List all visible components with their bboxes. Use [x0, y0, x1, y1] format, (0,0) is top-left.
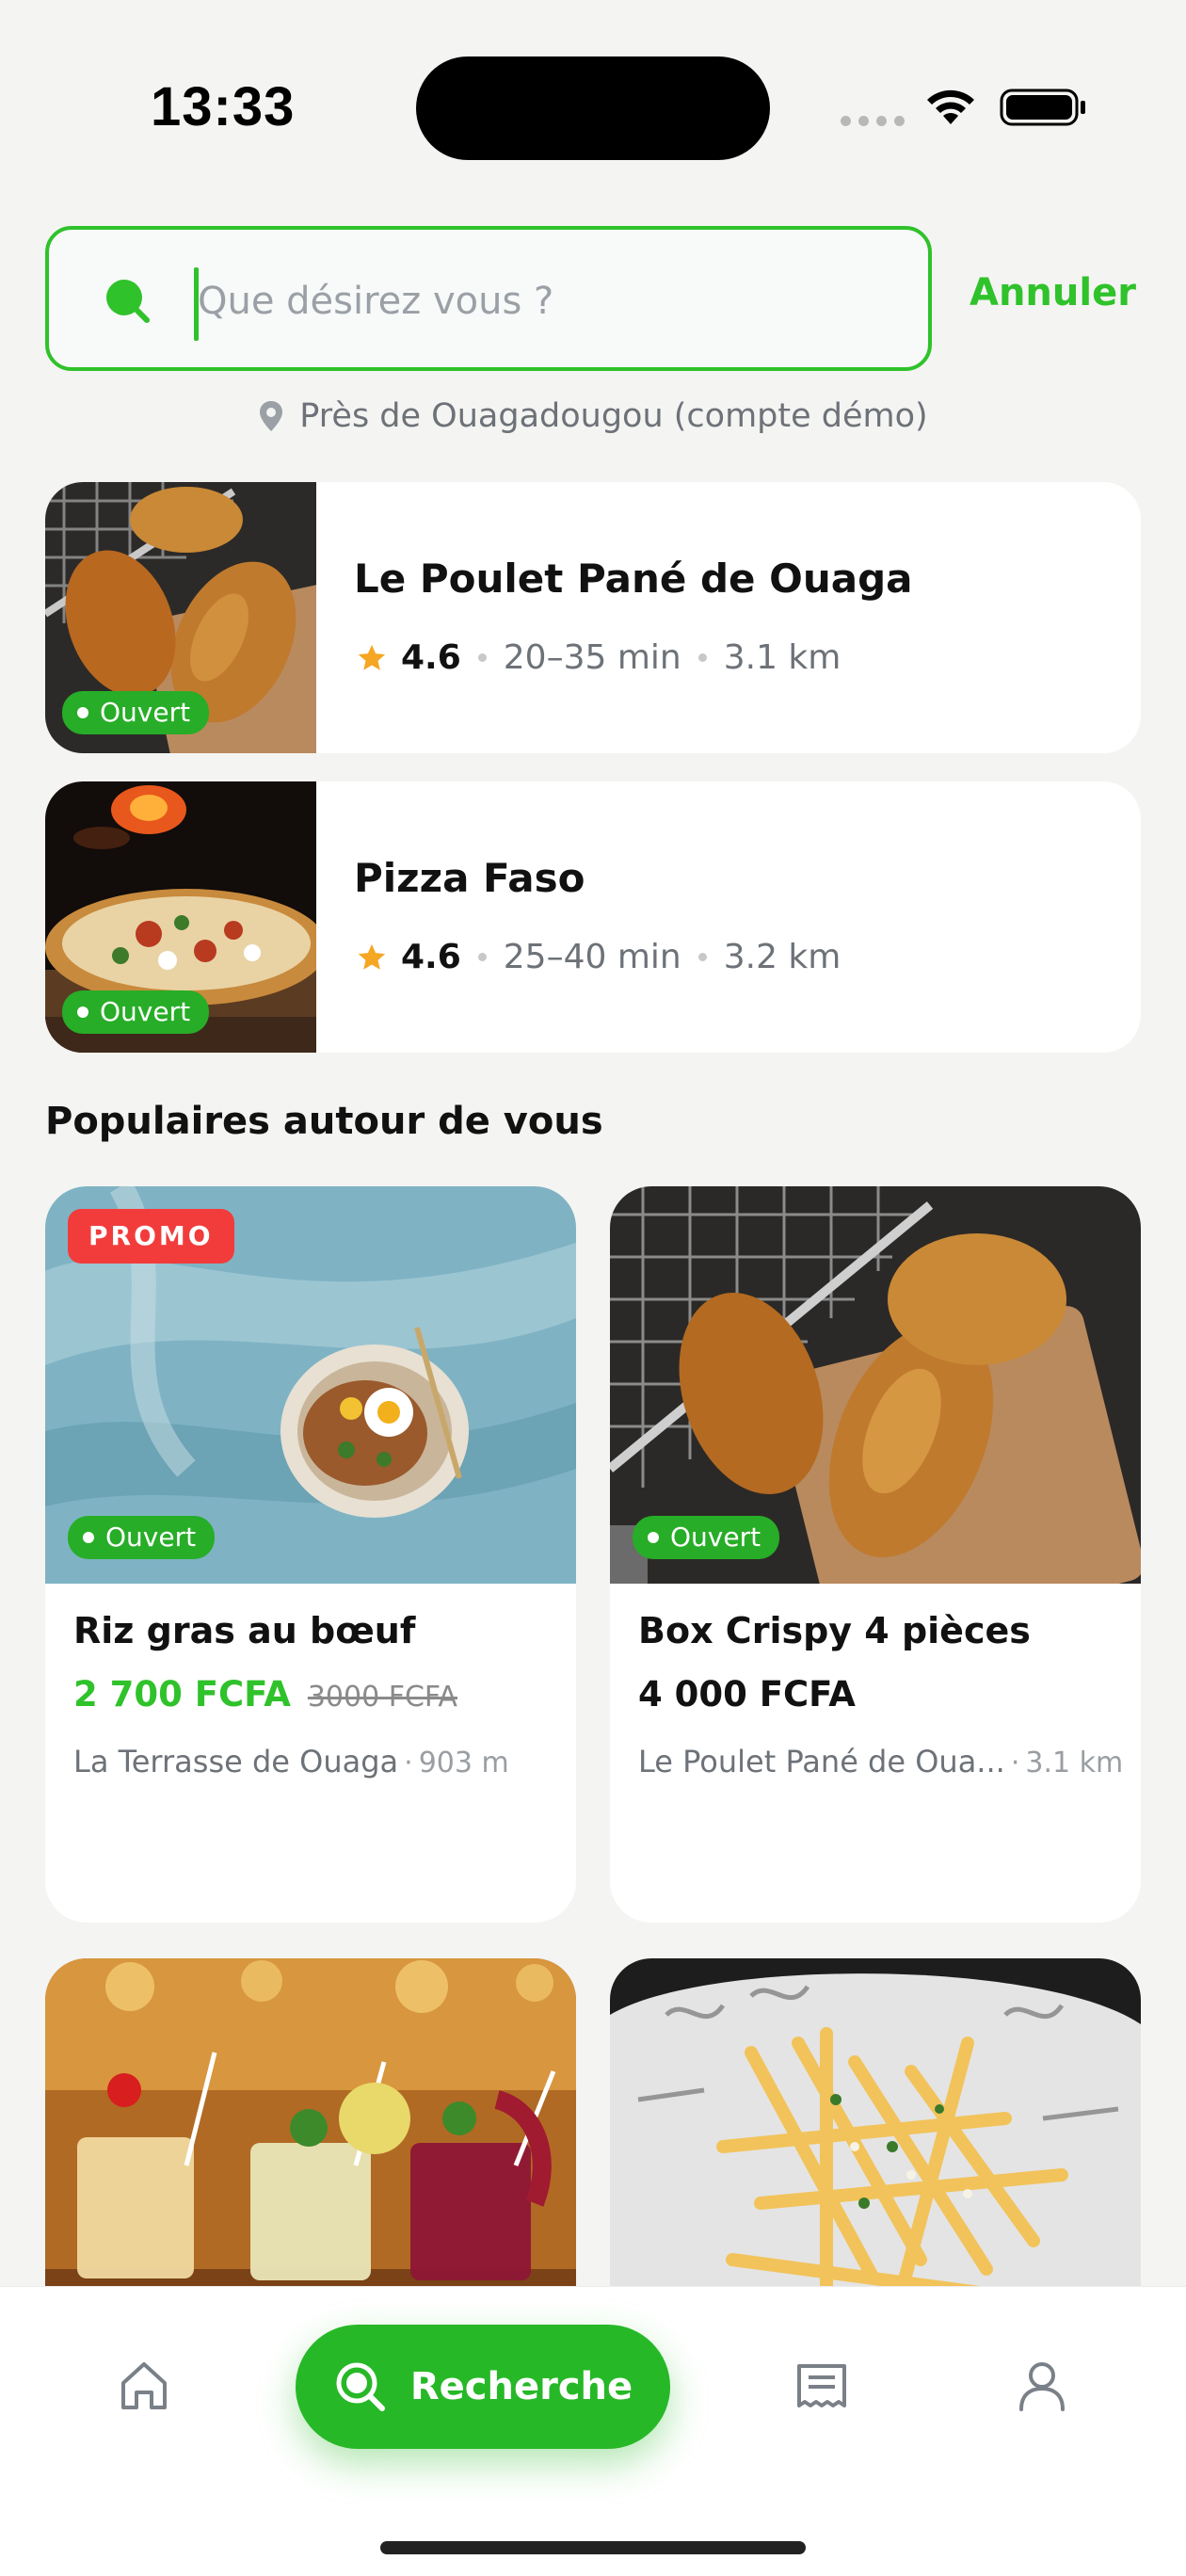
star-icon — [358, 943, 386, 970]
cancel-button[interactable]: Annuler — [970, 271, 1136, 314]
separator-dot — [477, 953, 487, 961]
status-dot — [77, 707, 88, 718]
search-box[interactable] — [45, 226, 932, 371]
restaurant-name: Pizza Faso — [354, 855, 585, 901]
restaurant-card[interactable]: Ouvert Pizza Faso 4.6 25–40 min 3.2 km — [45, 781, 1141, 1053]
product-card[interactable]: PROMO Ouvert Riz gras au bœuf 2 700 FCFA… — [45, 1186, 576, 1923]
store-name: La Terrasse de Ouaga — [73, 1744, 399, 1779]
restaurant-meta: 4.6 20–35 min 3.1 km — [356, 638, 841, 677]
product-card[interactable]: Ouvert Box Crispy 4 pièces 4 000 FCFA Le… — [610, 1186, 1141, 1923]
star-icon — [358, 644, 386, 670]
open-status-badge: Ouvert — [62, 990, 210, 1034]
distance: 3.1 km — [723, 638, 841, 677]
separator-dot — [697, 953, 707, 961]
section-title: Populaires autour de vous — [45, 1100, 603, 1143]
product-price: 2 700 FCFA — [73, 1674, 291, 1715]
store-row: Le Poulet Pané de Oua... · 3.1 km — [638, 1744, 1123, 1779]
nav-search-button[interactable]: Recherche — [296, 2325, 670, 2449]
rating-value: 4.6 — [401, 638, 461, 677]
open-status-badge: Ouvert — [633, 1516, 780, 1559]
store-distance: 3.1 km — [1025, 1747, 1124, 1779]
wifi-icon — [927, 89, 974, 124]
store-row: La Terrasse de Ouaga · 903 m — [73, 1744, 509, 1779]
price-row: 2 700 FCFA 3000 FCFA — [73, 1674, 457, 1715]
status-dot — [83, 1532, 94, 1543]
profile-icon[interactable] — [1014, 2357, 1070, 2413]
delivery-time: 20–35 min — [503, 638, 681, 677]
delivery-time: 25–40 min — [503, 938, 681, 976]
battery-icon — [1000, 89, 1085, 126]
restaurant-name: Le Poulet Pané de Ouaga — [354, 555, 913, 602]
restaurant-meta: 4.6 25–40 min 3.2 km — [356, 938, 841, 976]
open-status-badge: Ouvert — [68, 1516, 216, 1559]
distance: 3.2 km — [723, 938, 841, 976]
location-row: Près de Ouagadougou (compte démo) — [0, 397, 1186, 435]
dynamic-island — [416, 56, 770, 160]
search-icon — [336, 2362, 385, 2411]
product-name: Box Crispy 4 pièces — [638, 1610, 1031, 1651]
status-time: 13:33 — [151, 76, 296, 137]
restaurant-card[interactable]: Ouvert Le Poulet Pané de Ouaga 4.6 20–35… — [45, 482, 1141, 753]
location-pin-icon — [260, 401, 283, 431]
home-indicator — [380, 2541, 806, 2554]
bottom-nav: Recherche — [0, 2286, 1186, 2576]
store-name: Le Poulet Pané de Oua... — [638, 1744, 1005, 1779]
nav-search-label: Recherche — [409, 2365, 633, 2408]
status-bar: 13:33 — [0, 0, 1186, 188]
search-input[interactable] — [198, 252, 894, 350]
location-text: Près de Ouagadougou (compte démo) — [299, 397, 928, 435]
cellular-signal-icon — [841, 116, 905, 126]
promo-badge: PROMO — [68, 1209, 234, 1264]
orders-icon[interactable] — [793, 2359, 850, 2415]
open-status-badge: Ouvert — [62, 691, 210, 734]
price-row: 4 000 FCFA — [638, 1674, 856, 1715]
search-icon — [106, 280, 150, 323]
status-dot — [648, 1532, 659, 1543]
product-old-price: 3000 FCFA — [307, 1681, 457, 1714]
home-icon[interactable] — [116, 2357, 172, 2413]
store-distance: 903 m — [418, 1747, 509, 1779]
separator-dot — [697, 653, 707, 662]
rating-value: 4.6 — [401, 938, 461, 976]
product-name: Riz gras au bœuf — [73, 1610, 416, 1651]
separator-dot — [477, 653, 487, 662]
store-distance-separator: · — [1010, 1747, 1020, 1779]
status-dot — [77, 1006, 88, 1018]
product-price: 4 000 FCFA — [638, 1674, 856, 1715]
store-distance-separator: · — [404, 1747, 413, 1779]
